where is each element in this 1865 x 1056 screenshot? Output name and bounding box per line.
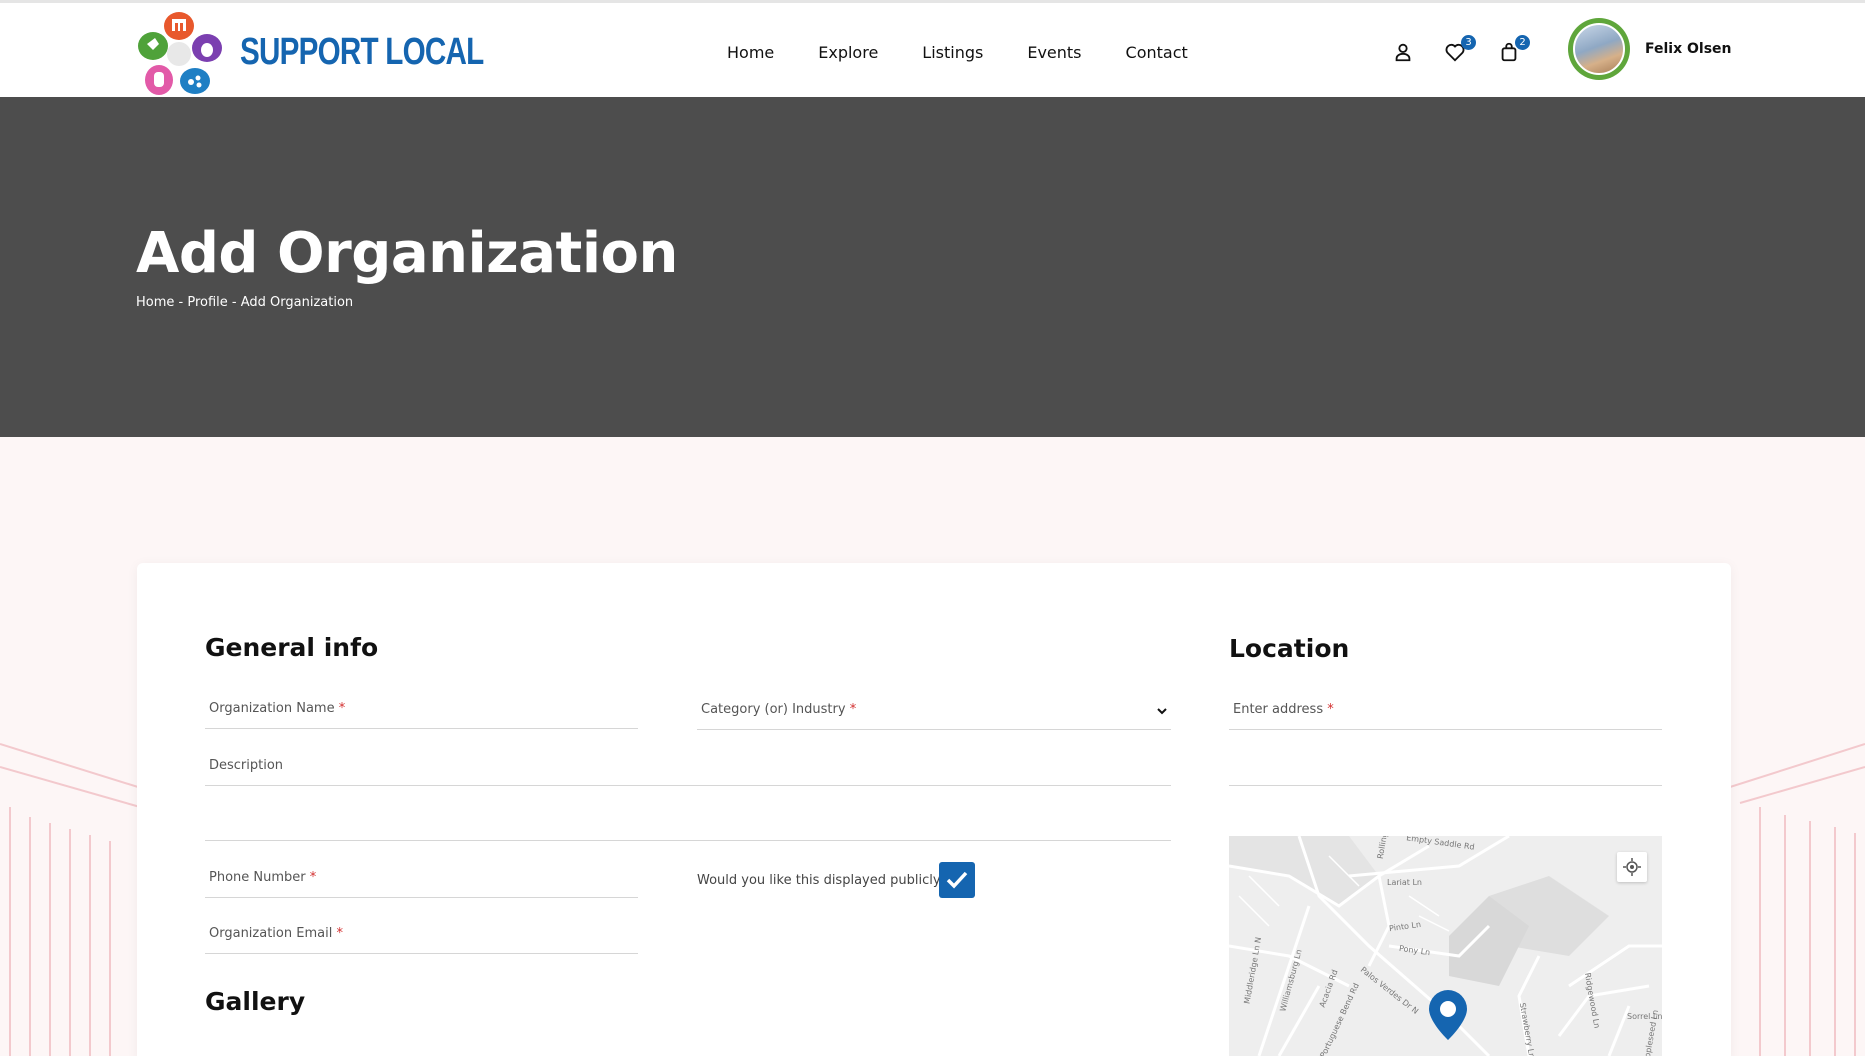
category-label: Category (or) Industry * <box>701 702 856 717</box>
breadcrumb-home[interactable]: Home <box>136 295 174 310</box>
nav-contact[interactable]: Contact <box>1126 43 1188 62</box>
category-label-text: Category (or) Industry <box>701 702 846 717</box>
organization-name-label-text: Organization Name <box>209 701 335 716</box>
description-field[interactable]: Description <box>205 750 1171 786</box>
gallery-heading: Gallery <box>205 987 306 1016</box>
page-title: Add Organization <box>136 221 678 286</box>
breadcrumb-separator: - <box>227 295 241 310</box>
nav-listings[interactable]: Listings <box>922 43 983 62</box>
cart-count-badge: 2 <box>1515 35 1530 50</box>
email-label-text: Organization Email <box>209 926 333 941</box>
breadcrumb-profile[interactable]: Profile <box>187 295 227 310</box>
organization-name-field[interactable]: Organization Name * <box>205 693 638 729</box>
description-label: Description <box>209 758 284 773</box>
nav-events[interactable]: Events <box>1027 43 1081 62</box>
check-icon <box>946 871 968 889</box>
locate-me-button[interactable] <box>1617 852 1647 882</box>
crosshair-icon <box>1623 858 1641 876</box>
heart-icon[interactable]: 3 <box>1444 35 1476 65</box>
avatar[interactable] <box>1568 18 1630 80</box>
address-input[interactable]: Enter address * <box>1229 694 1662 730</box>
user-name[interactable]: Felix Olsen <box>1645 41 1732 57</box>
display-publicly-checkbox[interactable] <box>939 862 975 898</box>
shopping-bag-icon[interactable]: 2 <box>1498 35 1530 65</box>
organization-email-field[interactable]: Organization Email * <box>205 918 638 954</box>
breadcrumb-separator: - <box>174 295 188 310</box>
general-info-heading: General info <box>205 633 379 662</box>
required-mark: * <box>1327 702 1334 717</box>
address-label-text: Enter address <box>1233 702 1324 717</box>
required-mark: * <box>849 702 857 717</box>
support-local-logo[interactable] <box>133 8 225 100</box>
nav-explore[interactable]: Explore <box>818 43 878 62</box>
site-header: SUPPORT LOCAL Home Explore Listings Even… <box>0 0 1865 97</box>
required-mark: * <box>336 926 343 941</box>
address-line-2-input[interactable] <box>1229 750 1662 786</box>
map-pin-icon[interactable] <box>1426 988 1470 1044</box>
phone-label-text: Phone Number <box>209 870 306 885</box>
organization-name-label: Organization Name * <box>209 701 345 716</box>
nav-home[interactable]: Home <box>727 43 774 62</box>
location-heading: Location <box>1229 634 1350 663</box>
phone-number-field[interactable]: Phone Number * <box>205 862 638 898</box>
main-nav: Home Explore Listings Events Contact <box>727 43 1232 62</box>
phone-label: Phone Number * <box>209 870 316 885</box>
breadcrumb-current: Add Organization <box>240 295 354 310</box>
chevron-down-icon <box>1157 708 1167 715</box>
address-label: Enter address * <box>1233 702 1334 717</box>
description-field-line[interactable] <box>205 805 1171 841</box>
category-select[interactable]: Category (or) Industry * <box>697 694 1171 730</box>
required-mark: * <box>309 870 317 885</box>
page-hero: Add Organization Home - Profile - Add Or… <box>0 97 1865 437</box>
brand-name[interactable]: SUPPORT LOCAL <box>240 31 484 74</box>
location-map[interactable]: Empty Saddle Rd Lariat Ln Pinto Ln Pony … <box>1229 836 1662 1056</box>
display-publicly-label: Would you like this displayed publicly? <box>697 873 948 888</box>
favorites-count-badge: 3 <box>1461 35 1476 50</box>
breadcrumb: Home - Profile - Add Organization <box>136 295 353 310</box>
street-label: Lariat Ln <box>1387 878 1422 887</box>
required-mark: * <box>338 701 346 716</box>
email-label: Organization Email * <box>209 926 343 941</box>
user-icon[interactable] <box>1392 41 1416 65</box>
